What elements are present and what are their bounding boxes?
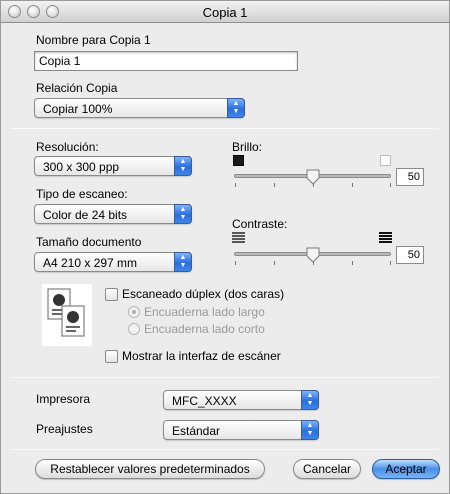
dark-square-icon bbox=[233, 155, 244, 166]
brightness-slider-thumb[interactable] bbox=[306, 169, 320, 185]
bind-long-edge-label: Encuaderna lado largo bbox=[144, 305, 265, 319]
name-label: Nombre para Copia 1 bbox=[36, 33, 151, 47]
resolution-value: 300 x 300 ppp bbox=[43, 160, 120, 174]
brightness-label: Brillo: bbox=[232, 140, 263, 154]
presets-popup[interactable]: Estándar ▲ ▼ bbox=[163, 420, 319, 440]
tick bbox=[274, 183, 275, 187]
cancel-button[interactable]: Cancelar bbox=[293, 459, 361, 479]
duplex-pages-icon bbox=[42, 284, 92, 346]
scan-type-label: Tipo de escaneo: bbox=[36, 187, 128, 201]
popup-arrows-icon: ▲ ▼ bbox=[174, 156, 192, 176]
tick bbox=[390, 261, 391, 265]
contrast-value-field[interactable]: 50 bbox=[396, 246, 424, 264]
scan-type-value: Color de 24 bits bbox=[43, 208, 128, 222]
popup-arrows-icon: ▲ ▼ bbox=[301, 390, 319, 410]
tick bbox=[235, 183, 236, 187]
bind-short-edge-radio[interactable] bbox=[128, 323, 140, 335]
printer-popup[interactable]: MFC_XXXX ▲ ▼ bbox=[163, 390, 319, 410]
separator bbox=[11, 377, 439, 378]
contrast-slider-thumb[interactable] bbox=[306, 247, 320, 263]
tick bbox=[390, 183, 391, 187]
ratio-value: Copiar 100% bbox=[43, 102, 113, 116]
copy-name-field[interactable]: Copia 1 bbox=[34, 51, 298, 71]
high-contrast-icon bbox=[379, 232, 392, 243]
reset-defaults-button[interactable]: Restablecer valores predeterminados bbox=[35, 459, 265, 479]
popup-arrows-icon: ▲ ▼ bbox=[174, 252, 192, 272]
printer-value: MFC_XXXX bbox=[172, 394, 237, 408]
doc-size-popup[interactable]: A4 210 x 297 mm ▲ ▼ bbox=[34, 252, 192, 272]
duplex-checkbox[interactable] bbox=[105, 288, 118, 301]
light-square-icon bbox=[380, 155, 391, 166]
brightness-value-field[interactable]: 50 bbox=[396, 168, 424, 186]
popup-arrows-icon: ▲ ▼ bbox=[227, 98, 245, 118]
tick bbox=[352, 261, 353, 265]
separator bbox=[11, 449, 439, 450]
bind-short-edge-label: Encuaderna lado corto bbox=[144, 322, 265, 336]
ok-button[interactable]: Aceptar bbox=[372, 459, 440, 479]
duplex-label: Escaneado dúplex (dos caras) bbox=[122, 287, 285, 301]
doc-size-label: Tamaño documento bbox=[36, 235, 142, 249]
scan-type-popup[interactable]: Color de 24 bits ▲ ▼ bbox=[34, 204, 192, 224]
window-title: Copia 1 bbox=[202, 5, 248, 20]
printer-label: Impresora bbox=[36, 392, 91, 406]
show-scanner-ui-label: Mostrar la interfaz de escáner bbox=[122, 349, 281, 363]
popup-arrows-icon: ▲ ▼ bbox=[301, 420, 319, 440]
presets-label: Preajustes bbox=[36, 422, 93, 436]
presets-value: Estándar bbox=[172, 424, 221, 438]
resolution-popup[interactable]: 300 x 300 ppp ▲ ▼ bbox=[34, 156, 192, 176]
contrast-label: Contraste: bbox=[232, 217, 288, 231]
popup-arrows-icon: ▲ ▼ bbox=[174, 204, 192, 224]
show-scanner-ui-checkbox[interactable] bbox=[105, 350, 118, 363]
tick bbox=[235, 261, 236, 265]
doc-size-value: A4 210 x 297 mm bbox=[43, 256, 138, 270]
tick bbox=[274, 261, 275, 265]
separator bbox=[11, 128, 439, 129]
resolution-label: Resolución: bbox=[36, 140, 99, 154]
low-contrast-icon bbox=[232, 232, 245, 243]
bind-long-edge-radio[interactable] bbox=[128, 306, 140, 318]
title-bar: Copia 1 bbox=[1, 1, 449, 23]
tick bbox=[352, 183, 353, 187]
ratio-label: Relación Copia bbox=[36, 81, 118, 95]
ratio-popup[interactable]: Copiar 100% ▲ ▼ bbox=[34, 98, 245, 118]
copy-dialog: Copia 1 Nombre para Copia 1 Copia 1 Rela… bbox=[0, 0, 450, 494]
